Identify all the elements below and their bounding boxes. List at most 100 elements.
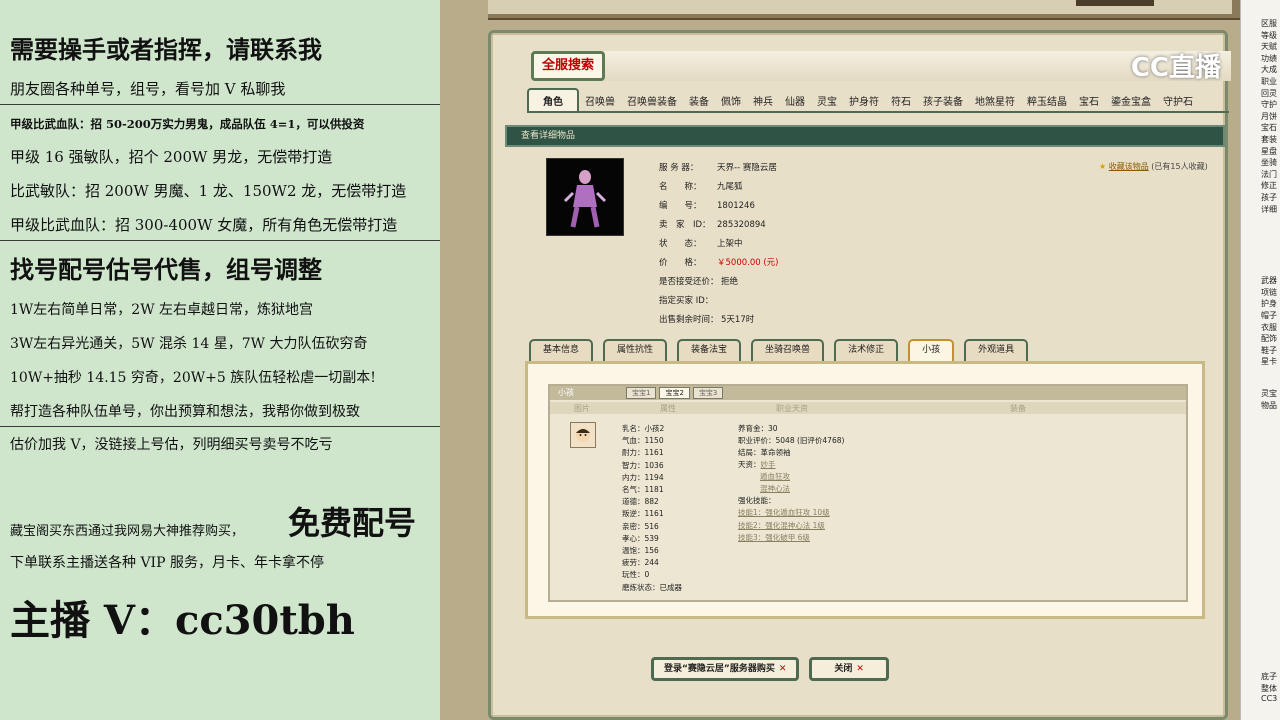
right-list-item[interactable]: 物品 (1261, 400, 1277, 411)
detail-tab-3[interactable]: 坐骑召唤兽 (751, 339, 825, 361)
right-list-item[interactable]: 底子 (1261, 671, 1277, 682)
right-list-item[interactable]: 回灵 (1261, 88, 1277, 99)
promo-line: 甲级比武血队：招 300-400W 女魔，所有角色无偿带打造 (10, 216, 398, 234)
info-price: 价 格： ￥5000.00 (元) (659, 258, 779, 268)
kid-skill-link[interactable]: 技能2：强化混神心法 1级 (738, 520, 825, 531)
col-equip: 装备 (1010, 404, 1026, 413)
kid-stat: 温饱：156 (622, 546, 659, 555)
detail-tab-0[interactable]: 基本信息 (529, 339, 594, 361)
right-list-item[interactable]: 项链 (1261, 287, 1277, 298)
right-list-item[interactable]: 大成 (1261, 64, 1277, 75)
tab-1[interactable]: 召唤兽 (579, 91, 621, 111)
tab-4[interactable]: 佩饰 (715, 91, 747, 111)
right-list-item[interactable]: 坐骑 (1261, 157, 1277, 168)
right-list-item[interactable]: 整体 (1261, 683, 1277, 694)
detail-tabs: 基本信息 属性抗性 装备法宝 坐骑召唤兽 法术修正 小孩 外观道具 (529, 339, 1029, 361)
right-list-item[interactable]: 星卡 (1261, 356, 1277, 367)
right-list-item[interactable]: 星盘 (1261, 146, 1277, 157)
section-header: 查看详细物品 (505, 125, 1225, 147)
kid-stat: 智力：1036 (622, 460, 664, 470)
right-list-item[interactable]: 灵宝 (1261, 388, 1277, 399)
right-list-item[interactable]: 配饰 (1261, 333, 1277, 344)
right-list-item[interactable]: CC3 (1261, 694, 1277, 703)
promo-line: 找号配号估号代售，组号调整 (10, 255, 322, 284)
tab-2[interactable]: 召唤兽装备 (621, 91, 683, 111)
favorite-area: ★ 收藏该物品 (已有15人收藏) (1099, 161, 1208, 172)
favorite-link[interactable]: 收藏该物品 (1109, 162, 1149, 171)
divider (0, 240, 440, 241)
tab-10[interactable]: 孩子装备 (917, 91, 969, 111)
kid-tab-0[interactable]: 宝宝1 (626, 387, 657, 399)
kid-stat: 气血：1150 (622, 436, 664, 446)
right-list-item[interactable]: 等级 (1261, 30, 1277, 41)
tab-6[interactable]: 仙器 (779, 91, 811, 111)
detail-tab-2[interactable]: 装备法宝 (677, 339, 742, 361)
right-list-item[interactable]: 鞋子 (1261, 345, 1277, 356)
right-list-item[interactable]: 护身 (1261, 298, 1277, 309)
right-list: 区服 等级 天赋 功绩 大成 职业 回灵 守护 月饼 宝石 套装 星盘 坐骑 法门 修正 孩子 详细武器 项链 护身… (1240, 0, 1280, 720)
tab-15[interactable]: 守护石 (1157, 91, 1199, 111)
info-remaining: 出售剩余时间： 5天17时 (659, 315, 755, 325)
right-list-item[interactable]: 套装 (1261, 134, 1277, 145)
star-icon: ★ (1099, 162, 1107, 171)
info-server: 服 务 器： 天界-- 赛隐云居 (659, 163, 777, 173)
kid-stat: 叛逆：1161 (622, 509, 664, 519)
tab-9[interactable]: 符石 (885, 91, 917, 111)
kid-stat: 磨炼状态：已成器 (622, 582, 682, 592)
kid-stat: 名气：1181 (622, 485, 664, 494)
kid-stat: 道德：882 (622, 497, 659, 507)
right-list-item[interactable]: 详细 (1261, 204, 1277, 215)
right-list-item[interactable]: 区服 (1261, 18, 1277, 29)
favorite-count: (已有15人收藏) (1151, 162, 1208, 171)
tab-0[interactable]: 角色 (527, 88, 579, 111)
kid-stat: 玩性：0 (622, 570, 650, 580)
right-list-item[interactable]: 功绩 (1261, 53, 1277, 64)
tab-14[interactable]: 鎏金宝盒 (1105, 91, 1157, 111)
action-buttons: 登录“赛隐云居”服务器购买 ✕ 关闭 ✕ (651, 657, 889, 681)
right-list-item[interactable]: 月饼 (1261, 111, 1277, 122)
tab-12[interactable]: 粹玉结晶 (1021, 91, 1073, 111)
right-list-item[interactable]: 孩子 (1261, 192, 1277, 203)
right-list-item[interactable]: 修正 (1261, 180, 1277, 191)
divider (0, 426, 440, 427)
kid-ending: 结局：革命领袖 (738, 448, 791, 457)
title-bar (531, 51, 1231, 81)
right-list-item[interactable]: 衣服 (1261, 322, 1277, 333)
right-list-item[interactable]: 帽子 (1261, 310, 1277, 321)
kid-tab-1[interactable]: 宝宝2 (659, 387, 690, 399)
info-buyer: 指定买家 ID： (659, 296, 714, 306)
right-list-item[interactable]: 宝石 (1261, 122, 1277, 133)
kid-fund: 养育金：30 (738, 424, 778, 433)
kid-skill-link[interactable]: 技能1：强化遁血狂攻 10级 (738, 507, 830, 518)
tab-5[interactable]: 神兵 (747, 91, 779, 111)
tab-13[interactable]: 宝石 (1073, 91, 1105, 111)
kid-eval: 职业评价：5048 (旧评价4768) (738, 436, 845, 445)
divider (0, 104, 440, 105)
x-icon: ✕ (778, 664, 787, 674)
kid-tab-2[interactable]: 宝宝3 (692, 387, 724, 399)
tab-11[interactable]: 地煞星符 (969, 91, 1021, 111)
col-job: 职业天资 (776, 404, 808, 413)
tab-3[interactable]: 装备 (683, 91, 715, 111)
info-seller: 卖 家 ID： 285320894 (659, 220, 766, 230)
right-list-item[interactable]: 守护 (1261, 99, 1277, 110)
kid-talent-link[interactable]: 遁血狂攻 (760, 471, 790, 482)
category-tabs: 角色 召唤兽 召唤兽装备 装备 佩饰 神兵 仙器 灵宝 护身符 符石 孩子装备 地煞星符 粹玉结晶 宝石鎏… (527, 88, 1229, 113)
kid-skill-link[interactable]: 技能3：强化破甲 6级 (738, 532, 810, 543)
detail-tab-4[interactable]: 法术修正 (834, 339, 899, 361)
close-button[interactable]: 关闭 ✕ (809, 657, 889, 681)
detail-tab-5[interactable]: 小孩 (908, 339, 955, 361)
promo-line: 朋友圈各种单号，组号，看号加 V 私聊我 (10, 80, 286, 98)
info-id: 编 号： 1801246 (659, 201, 755, 211)
kid-talent-link[interactable]: 混神心法 (760, 483, 790, 494)
tab-7[interactable]: 灵宝 (811, 91, 843, 111)
tab-8[interactable]: 护身符 (843, 91, 885, 111)
right-list-item[interactable]: 武器 (1261, 275, 1277, 286)
right-list-item[interactable]: 天赋 (1261, 41, 1277, 52)
login-buy-button[interactable]: 登录“赛隐云居”服务器购买 ✕ (651, 657, 800, 681)
info-name: 名 称： 九尾狐 (659, 182, 743, 192)
detail-tab-6[interactable]: 外观道具 (964, 339, 1029, 361)
right-list-item[interactable]: 法门 (1261, 169, 1277, 180)
right-list-item[interactable]: 职业 (1261, 76, 1277, 87)
detail-tab-1[interactable]: 属性抗性 (603, 339, 668, 361)
